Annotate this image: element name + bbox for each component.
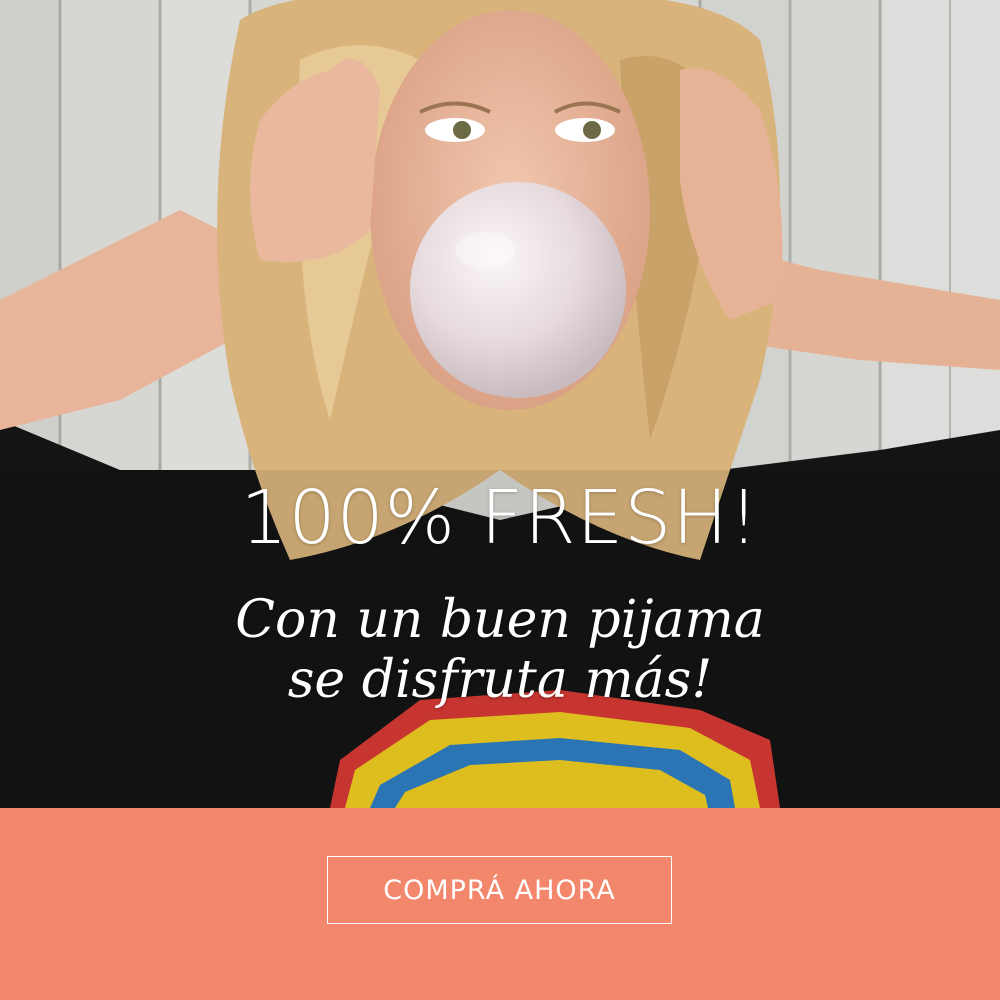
bubble-gum (410, 182, 626, 398)
tagline-line-1: Con un buen pijama (235, 590, 765, 650)
tagline: Con un buen pijama se disfruta más! (0, 590, 1000, 710)
promo-banner: 100% FRESH! Con un buen pijama se disfru… (0, 0, 1000, 1000)
buy-now-button[interactable]: COMPRÁ AHORA (327, 856, 672, 924)
tagline-line-2: se disfruta más! (287, 650, 713, 710)
headline: 100% FRESH! (240, 475, 760, 561)
hero-photo: 100% FRESH! Con un buen pijama se disfru… (0, 0, 1000, 808)
